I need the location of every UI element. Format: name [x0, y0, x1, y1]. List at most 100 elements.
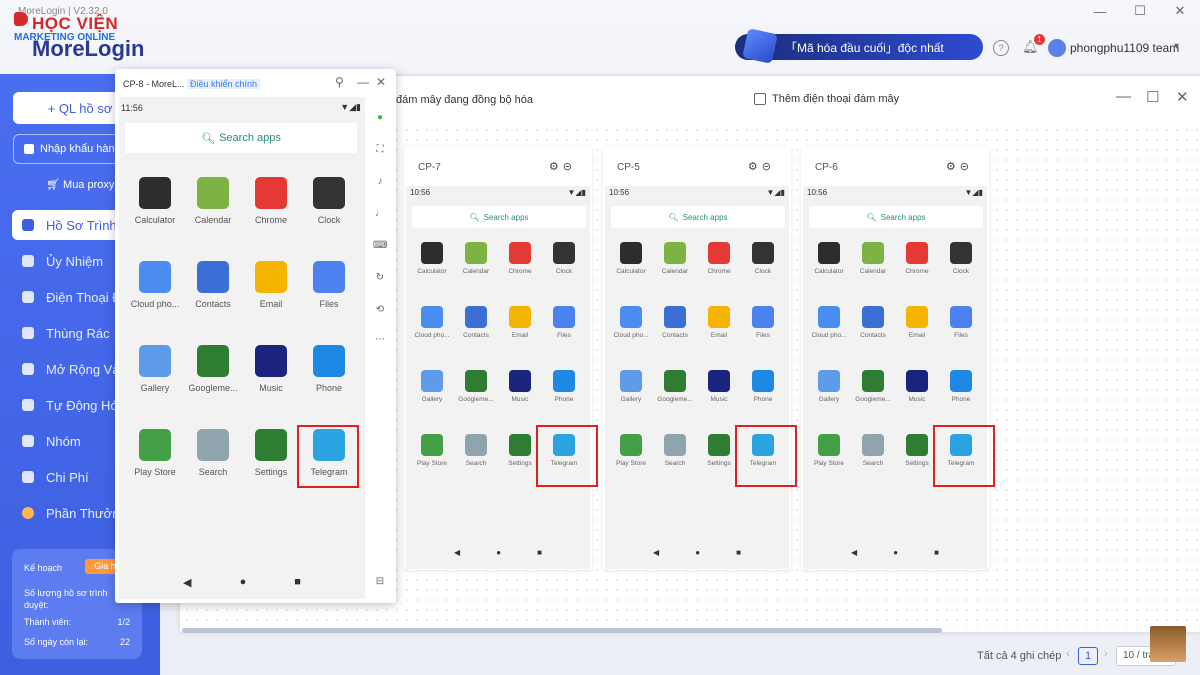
user-name[interactable]: phongphu1109 team: [1070, 41, 1179, 55]
phone-screen[interactable]: 10:56 ▼◢▮ 🔍︎ Search apps Calculator Calenda…: [803, 186, 987, 569]
maximize-icon[interactable]: ☐: [1120, 0, 1160, 22]
app-music[interactable]: Music: [242, 345, 300, 393]
minimize-icon[interactable]: —: [1080, 0, 1120, 22]
minimize-icon[interactable]: —: [357, 75, 369, 89]
app-calendar[interactable]: Calendar: [184, 177, 242, 225]
app-playstore[interactable]: Play Store: [126, 429, 184, 477]
app-calculator[interactable]: Calculator: [410, 242, 454, 275]
app-clock[interactable]: Clock: [939, 242, 983, 275]
phone-card[interactable]: CP-6 ⚙⊝ 10:56 ▼◢▮ 🔍︎ Search apps Calculator C…: [801, 146, 989, 570]
app-files[interactable]: Files: [542, 306, 586, 339]
app-files[interactable]: Files: [300, 261, 358, 309]
app-chrome[interactable]: Chrome: [895, 242, 939, 275]
close-icon[interactable]: ✕: [1160, 0, 1200, 22]
app-playstore[interactable]: Play Store: [410, 434, 454, 467]
app-clock[interactable]: Clock: [741, 242, 785, 275]
app-phone[interactable]: Phone: [542, 370, 586, 403]
keyboard-icon[interactable]: ⌨: [373, 239, 387, 253]
avatar[interactable]: [1048, 39, 1066, 57]
app-email[interactable]: Email: [498, 306, 542, 339]
collapse-icon[interactable]: ⊟: [373, 575, 387, 589]
search-apps-bar[interactable]: 🔍︎ Search apps: [809, 206, 983, 228]
app-files[interactable]: Files: [741, 306, 785, 339]
app-email[interactable]: Email: [895, 306, 939, 339]
app-cloudpho[interactable]: Cloud pho...: [126, 261, 184, 309]
buy-proxy-link[interactable]: 🛒︎ Mua proxy: [46, 178, 114, 191]
back-icon[interactable]: ◀: [653, 548, 659, 557]
app-music[interactable]: Music: [895, 370, 939, 403]
panel-maximize-icon[interactable]: ☐: [1146, 88, 1159, 106]
panel-minimize-icon[interactable]: —: [1116, 88, 1131, 105]
help-icon[interactable]: ?: [993, 40, 1009, 56]
app-email[interactable]: Email: [242, 261, 300, 309]
app-chrome[interactable]: Chrome: [498, 242, 542, 275]
app-chrome[interactable]: Chrome: [697, 242, 741, 275]
app-search[interactable]: Search: [454, 434, 498, 467]
app-googleme[interactable]: Googleme...: [454, 370, 498, 403]
app-calendar[interactable]: Calendar: [653, 242, 697, 275]
volume-down-icon[interactable]: ♩: [373, 207, 387, 221]
app-playstore[interactable]: Play Store: [807, 434, 851, 467]
app-cloudpho[interactable]: Cloud pho...: [807, 306, 851, 339]
app-phone[interactable]: Phone: [939, 370, 983, 403]
settings-icon[interactable]: ⚙: [748, 161, 762, 173]
home-icon[interactable]: ●: [695, 548, 700, 557]
app-googleme[interactable]: Googleme...: [653, 370, 697, 403]
app-search[interactable]: Search: [653, 434, 697, 467]
app-contacts[interactable]: Contacts: [851, 306, 895, 339]
recents-icon[interactable]: ■: [537, 548, 542, 557]
close-icon[interactable]: ✕: [376, 75, 386, 89]
promo-banner[interactable]: 「Mã hóa đầu cuối」độc nhất: [735, 28, 983, 64]
app-contacts[interactable]: Contacts: [454, 306, 498, 339]
search-apps-bar[interactable]: 🔍︎ Search apps: [412, 206, 586, 228]
settings-icon[interactable]: ⚙: [549, 161, 563, 173]
back-icon[interactable]: ◀: [851, 548, 857, 557]
app-music[interactable]: Music: [498, 370, 542, 403]
current-page[interactable]: 1: [1078, 647, 1098, 665]
app-clock[interactable]: Clock: [300, 177, 358, 225]
stop-icon[interactable]: ⊝: [960, 161, 973, 173]
app-contacts[interactable]: Contacts: [184, 261, 242, 309]
app-chrome[interactable]: Chrome: [242, 177, 300, 225]
app-gallery[interactable]: Gallery: [609, 370, 653, 403]
phone-screen[interactable]: 10:56 ▼◢▮ 🔍︎ Search apps Calculator Calenda…: [605, 186, 789, 569]
app-calendar[interactable]: Calendar: [851, 242, 895, 275]
back-icon[interactable]: ◀: [183, 576, 191, 589]
horizontal-scrollbar[interactable]: [182, 628, 942, 633]
app-search[interactable]: Search: [851, 434, 895, 467]
search-apps-bar[interactable]: 🔍︎ Search apps: [611, 206, 785, 228]
app-email[interactable]: Email: [697, 306, 741, 339]
app-playstore[interactable]: Play Store: [609, 434, 653, 467]
volume-up-icon[interactable]: ♪: [373, 175, 387, 189]
app-clock[interactable]: Clock: [542, 242, 586, 275]
app-contacts[interactable]: Contacts: [653, 306, 697, 339]
app-phone[interactable]: Phone: [300, 345, 358, 393]
search-apps-bar[interactable]: 🔍︎ Search apps: [125, 123, 357, 153]
app-gallery[interactable]: Gallery: [410, 370, 454, 403]
phone-screen[interactable]: 10:56 ▼◢▮ 🔍︎ Search apps Calculator Calenda…: [406, 186, 590, 569]
page-next-icon[interactable]: ›: [1104, 648, 1108, 660]
main-control-tab[interactable]: Điều khiển chính: [187, 79, 261, 89]
app-settings[interactable]: Settings: [242, 429, 300, 477]
recents-icon[interactable]: ■: [294, 576, 301, 589]
app-googleme[interactable]: Googleme...: [851, 370, 895, 403]
app-calculator[interactable]: Calculator: [609, 242, 653, 275]
pin-icon[interactable]: ⚲: [335, 75, 344, 89]
app-files[interactable]: Files: [939, 306, 983, 339]
back-icon[interactable]: ◀: [454, 548, 460, 557]
app-googleme[interactable]: Googleme...: [184, 345, 242, 393]
home-icon[interactable]: ●: [893, 548, 898, 557]
phone-card[interactable]: CP-7 ⚙⊝ 10:56 ▼◢▮ 🔍︎ Search apps Calculator C…: [404, 146, 592, 570]
app-calculator[interactable]: Calculator: [126, 177, 184, 225]
phone-card[interactable]: CP-5 ⚙⊝ 10:56 ▼◢▮ 🔍︎ Search apps Calculator C…: [603, 146, 791, 570]
app-gallery[interactable]: Gallery: [807, 370, 851, 403]
recents-icon[interactable]: ■: [934, 548, 939, 557]
stop-icon[interactable]: ⊝: [762, 161, 775, 173]
add-cloud-phone-button[interactable]: Thêm điện thoại đám mây: [754, 93, 899, 105]
settings-icon[interactable]: ⚙: [946, 161, 960, 173]
more-icon[interactable]: ⋯: [373, 333, 387, 347]
app-phone[interactable]: Phone: [741, 370, 785, 403]
app-cloudpho[interactable]: Cloud pho...: [609, 306, 653, 339]
brand-logo[interactable]: MoreLogin: [32, 36, 144, 62]
page-prev-icon[interactable]: ‹: [1066, 648, 1070, 660]
